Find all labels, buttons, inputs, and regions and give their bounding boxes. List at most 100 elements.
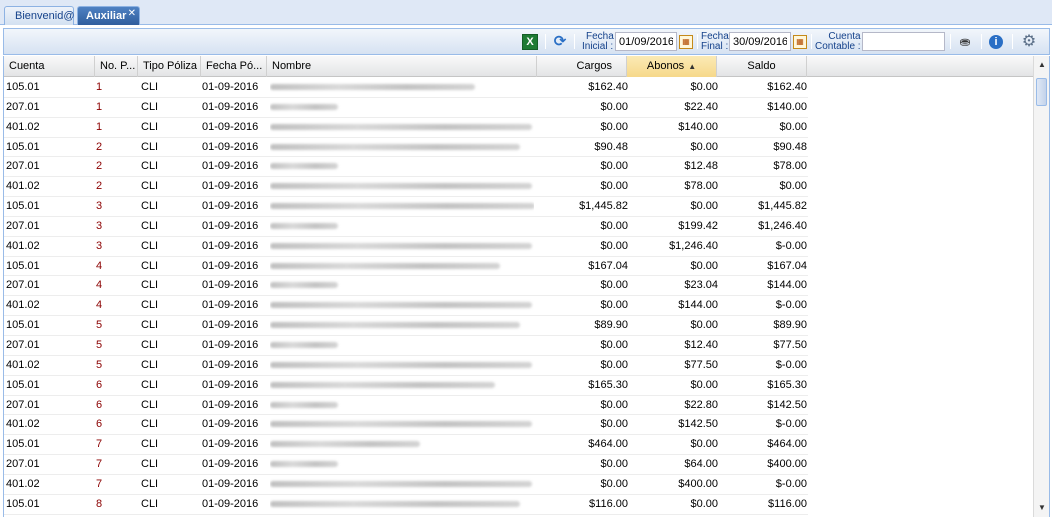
cuenta-label-line2: Contable : bbox=[815, 40, 861, 52]
cell-cargos: $464.00 bbox=[588, 438, 628, 451]
col-header-saldo[interactable]: Saldo bbox=[717, 56, 807, 77]
cell-nombre bbox=[270, 376, 534, 395]
col-header-fecha-poliza[interactable]: Fecha Pó... bbox=[201, 56, 267, 77]
gear-icon: ⚙ bbox=[1021, 32, 1037, 50]
cell-tipo-poliza: CLI bbox=[141, 219, 159, 232]
table-row[interactable]: 401.02 1 CLI 01-09-2016 $0.00 $140.00 $0.00 bbox=[4, 118, 808, 138]
redacted-name bbox=[270, 361, 532, 368]
binoculars-icon: ⛂ bbox=[959, 33, 971, 49]
cell-cargos: $0.00 bbox=[600, 477, 628, 490]
cell-tipo-poliza: CLI bbox=[141, 458, 159, 471]
scroll-down-icon[interactable]: ▼ bbox=[1035, 501, 1049, 515]
cell-cuenta: 105.01 bbox=[6, 319, 40, 332]
cell-tipo-poliza: CLI bbox=[141, 259, 159, 272]
cell-abonos: $140.00 bbox=[678, 120, 718, 133]
cell-cuenta: 207.01 bbox=[6, 279, 40, 292]
cell-tipo-poliza: CLI bbox=[141, 378, 159, 391]
cell-nombre bbox=[270, 316, 534, 335]
info-button[interactable]: i bbox=[989, 29, 1003, 54]
cell-cargos: $0.00 bbox=[600, 338, 628, 351]
settings-button[interactable]: ⚙ bbox=[1021, 29, 1037, 54]
cell-cargos: $90.48 bbox=[594, 140, 628, 153]
cell-saldo: $90.48 bbox=[773, 140, 807, 153]
redacted-name bbox=[270, 203, 534, 210]
search-button[interactable]: ⛂ bbox=[957, 29, 973, 54]
table-row[interactable]: 207.01 7 CLI 01-09-2016 $0.00 $64.00 $400.00 bbox=[4, 455, 808, 475]
cell-abonos: $0.00 bbox=[690, 319, 718, 332]
col-header-tipo-poliza[interactable]: Tipo Póliza bbox=[138, 56, 201, 77]
cell-fecha-poliza: 01-09-2016 bbox=[202, 279, 259, 292]
cell-fecha-poliza: 01-09-2016 bbox=[202, 81, 259, 93]
table-row[interactable]: 105.01 1 CLI 01-09-2016 $162.40 $0.00 $162.40 bbox=[4, 78, 808, 98]
fecha-final-input[interactable] bbox=[729, 32, 791, 51]
close-icon[interactable]: ✕ bbox=[128, 5, 136, 23]
tab-strip: Bienvenid@ Auxiliar ✕ bbox=[0, 0, 1052, 25]
table-row[interactable]: 207.01 4 CLI 01-09-2016 $0.00 $23.04 $144.00 bbox=[4, 276, 808, 297]
table-row[interactable]: 105.01 6 CLI 01-09-2016 $165.30 $0.00 $165.30 bbox=[4, 376, 808, 396]
cell-saldo: $-0.00 bbox=[775, 358, 807, 371]
table-row[interactable]: 401.02 7 CLI 01-09-2016 $0.00 $400.00 $-0.00 bbox=[4, 475, 808, 495]
cell-abonos: $22.80 bbox=[684, 398, 718, 411]
cell-no-poliza: 4 bbox=[96, 299, 103, 312]
cell-nombre bbox=[270, 435, 534, 454]
col-header-cargos[interactable]: Cargos bbox=[537, 56, 627, 77]
table-row[interactable]: 207.01 2 CLI 01-09-2016 $0.00 $12.48 $78.00 bbox=[4, 157, 808, 178]
cell-cargos: $165.30 bbox=[588, 378, 628, 391]
table-row[interactable]: 401.02 4 CLI 01-09-2016 $0.00 $144.00 $-0.00 bbox=[4, 296, 808, 317]
table-row[interactable]: 105.01 4 CLI 01-09-2016 $167.04 $0.00 $167.04 bbox=[4, 257, 808, 277]
cell-cargos: $0.00 bbox=[600, 418, 628, 431]
cell-no-poliza: 7 bbox=[96, 477, 103, 490]
vertical-scrollbar[interactable]: ▲ ▼ bbox=[1033, 56, 1049, 517]
cuenta-contable-input[interactable] bbox=[862, 32, 945, 51]
cell-fecha-poliza: 01-09-2016 bbox=[202, 200, 259, 213]
scroll-thumb[interactable] bbox=[1036, 78, 1047, 106]
cell-saldo: $78.00 bbox=[773, 160, 807, 173]
table-row[interactable]: 105.01 7 CLI 01-09-2016 $464.00 $0.00 $464.00 bbox=[4, 435, 808, 456]
table-row[interactable]: 105.01 5 CLI 01-09-2016 $89.90 $0.00 $89.90 bbox=[4, 316, 808, 336]
export-excel-button[interactable]: X bbox=[522, 29, 538, 54]
col-header-cargos-label: Cargos bbox=[576, 60, 612, 72]
table-row[interactable]: 401.02 3 CLI 01-09-2016 $0.00 $1,246.40 $-0.00 bbox=[4, 237, 808, 257]
cell-fecha-poliza: 01-09-2016 bbox=[202, 497, 259, 510]
redacted-name bbox=[270, 123, 532, 130]
table-row[interactable]: 105.01 2 CLI 01-09-2016 $90.48 $0.00 $90.48 bbox=[4, 138, 808, 158]
cell-saldo: $-0.00 bbox=[775, 477, 807, 490]
table-row[interactable]: 105.01 8 CLI 01-09-2016 $116.00 $0.00 $116.00 bbox=[4, 495, 808, 515]
redacted-name bbox=[270, 381, 495, 388]
cell-cargos: $0.00 bbox=[600, 120, 628, 133]
table-row[interactable]: 105.01 3 CLI 01-09-2016 $1,445.82 $0.00 $1,445… bbox=[4, 197, 808, 217]
table-row[interactable]: 207.01 1 CLI 01-09-2016 $0.00 $22.40 $140.00 bbox=[4, 98, 808, 118]
tab-bienvenido[interactable]: Bienvenid@ bbox=[4, 6, 74, 25]
cell-abonos: $78.00 bbox=[684, 180, 718, 193]
col-header-abonos[interactable]: Abonos ▲ bbox=[627, 56, 717, 77]
cell-cargos: $0.00 bbox=[600, 458, 628, 471]
redacted-name bbox=[270, 441, 420, 448]
cell-tipo-poliza: CLI bbox=[141, 200, 159, 213]
col-header-no-poliza[interactable]: No. P... bbox=[95, 56, 138, 77]
refresh-button[interactable]: ⟳ bbox=[552, 29, 568, 54]
cell-fecha-poliza: 01-09-2016 bbox=[202, 219, 259, 232]
cell-abonos: $400.00 bbox=[678, 477, 718, 490]
cell-nombre bbox=[270, 415, 534, 434]
fecha-inicial-calendar-button[interactable]: ▦ bbox=[679, 29, 693, 54]
table-row[interactable]: 207.01 6 CLI 01-09-2016 $0.00 $22.80 $142.50 bbox=[4, 396, 808, 416]
cell-abonos: $0.00 bbox=[690, 81, 718, 93]
cell-cargos: $167.04 bbox=[588, 259, 628, 272]
table-row[interactable]: 207.01 5 CLI 01-09-2016 $0.00 $12.40 $77.50 bbox=[4, 336, 808, 356]
table-row[interactable]: 401.02 5 CLI 01-09-2016 $0.00 $77.50 $-0.00 bbox=[4, 356, 808, 376]
cell-abonos: $0.00 bbox=[690, 378, 718, 391]
scroll-up-icon[interactable]: ▲ bbox=[1035, 58, 1049, 72]
table-row[interactable]: 401.02 2 CLI 01-09-2016 $0.00 $78.00 $0.00 bbox=[4, 177, 808, 198]
col-header-cuenta[interactable]: Cuenta bbox=[4, 56, 95, 77]
tab-auxiliar[interactable]: Auxiliar ✕ bbox=[77, 6, 140, 25]
cell-tipo-poliza: CLI bbox=[141, 239, 159, 252]
fecha-final-calendar-button[interactable]: ▦ bbox=[793, 29, 807, 54]
cell-nombre bbox=[270, 455, 534, 474]
cell-no-poliza: 5 bbox=[96, 338, 103, 351]
cell-nombre bbox=[270, 177, 534, 196]
fecha-inicial-input[interactable] bbox=[615, 32, 677, 51]
col-header-nombre[interactable]: Nombre bbox=[267, 56, 537, 77]
table-row[interactable]: 207.01 3 CLI 01-09-2016 $0.00 $199.42 $1,246.4… bbox=[4, 217, 808, 237]
table-row[interactable]: 401.02 6 CLI 01-09-2016 $0.00 $142.50 $-0.00 bbox=[4, 415, 808, 436]
cell-cargos: $0.00 bbox=[600, 299, 628, 312]
